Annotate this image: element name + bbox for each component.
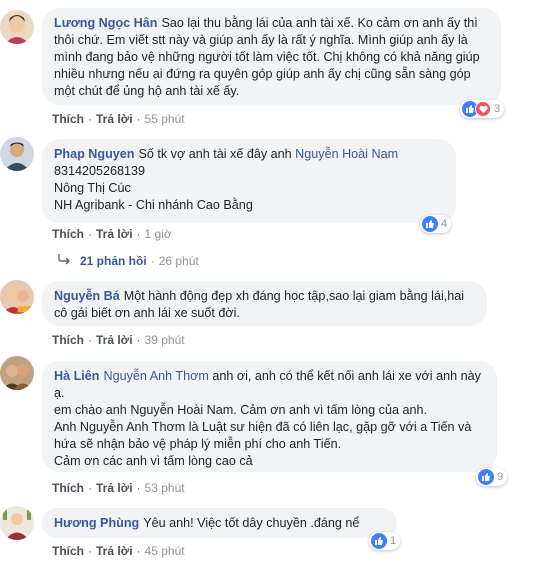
comment-actions: Thích · Trả lời · 39 phút xyxy=(52,333,185,347)
separator: · xyxy=(88,227,92,241)
avatar[interactable] xyxy=(0,356,34,390)
mention-link[interactable]: Nguyễn Hoài Nam xyxy=(295,147,398,161)
separator: · xyxy=(136,544,141,558)
comment-line: Nông Thị Cúc xyxy=(54,181,131,195)
comment-bubble: Hương Phùng Yêu anh! Việc tốt dây chuyền … xyxy=(42,508,397,538)
like-reaction-icon xyxy=(422,216,438,232)
view-replies[interactable]: 21 phản hồi · 26 phút xyxy=(58,253,199,268)
separator: · xyxy=(88,112,92,126)
timestamp[interactable]: 39 phút xyxy=(145,333,185,347)
comment-actions: Thích · Trả lời · 45 phút xyxy=(52,544,185,558)
like-link[interactable]: Thích xyxy=(52,333,84,347)
comment-line: em chào anh Nguyễn Hoài Nam. Cảm ơn anh … xyxy=(54,403,427,417)
reaction-number: 1 xyxy=(390,535,397,547)
comment-author[interactable]: Hương Phùng xyxy=(54,516,139,530)
avatar[interactable] xyxy=(0,10,34,44)
separator: · xyxy=(88,544,92,558)
comment-text: Yêu anh! Việc tốt dây chuyền .đáng nể xyxy=(143,516,360,530)
love-reaction-icon xyxy=(475,101,491,117)
avatar[interactable] xyxy=(0,506,34,540)
comment-author[interactable]: Phap Nguyen xyxy=(54,147,134,161)
comment-line: Cảm ơn các anh vì tấm lòng cao cả xyxy=(54,454,253,468)
comment-actions: Thích · Trả lời · 55 phút xyxy=(52,112,185,126)
reaction-count[interactable]: 4 xyxy=(420,215,452,233)
reaction-count[interactable]: 1 xyxy=(369,532,401,550)
comment-bubble: Lương Ngọc Hân Sao lại thu bằng lái của a… xyxy=(42,8,501,105)
reply-arrow-icon xyxy=(58,253,72,268)
comment-bubble: Nguyễn Bá Một hành động đẹp xh đáng học t… xyxy=(42,281,487,326)
separator: · xyxy=(136,112,141,126)
reply-link[interactable]: Trả lời xyxy=(96,227,133,241)
comment-author[interactable]: Lương Ngọc Hân xyxy=(54,16,157,30)
separator: · xyxy=(136,227,141,241)
like-reaction-icon xyxy=(478,469,494,485)
reaction-number: 3 xyxy=(494,103,501,115)
separator: · xyxy=(88,481,92,495)
reaction-number: 4 xyxy=(441,218,448,230)
comment-line: Anh Nguyễn Anh Thơm là Luật sư hiện đã c… xyxy=(54,420,472,451)
timestamp[interactable]: 53 phút xyxy=(145,481,185,495)
like-link[interactable]: Thích xyxy=(52,227,84,241)
reply-link[interactable]: Trả lời xyxy=(96,333,133,347)
separator: · xyxy=(136,333,141,347)
avatar[interactable] xyxy=(0,280,34,314)
comment-actions: Thích · Trả lời · 1 giờ xyxy=(52,227,172,241)
reaction-number: 9 xyxy=(497,471,504,483)
like-reaction-icon xyxy=(371,533,387,549)
like-link[interactable]: Thích xyxy=(52,481,84,495)
comment-line: NH Agribank - Chi nhánh Cao Bằng xyxy=(54,198,253,212)
comment-text: Số tk vợ anh tài xế đây anh xyxy=(138,147,292,161)
comment-author[interactable]: Nguyễn Bá xyxy=(54,289,120,303)
timestamp[interactable]: 45 phút xyxy=(145,544,185,558)
like-link[interactable]: Thích xyxy=(52,544,84,558)
timestamp[interactable]: 1 giờ xyxy=(145,227,172,241)
reply-link[interactable]: Trả lời xyxy=(96,481,133,495)
replies-timestamp[interactable]: 26 phút xyxy=(159,254,199,268)
separator: · xyxy=(136,481,141,495)
reply-link[interactable]: Trả lời xyxy=(96,544,133,558)
reply-link[interactable]: Trả lời xyxy=(96,112,133,126)
reaction-count[interactable]: 9 xyxy=(476,468,508,486)
replies-count-link[interactable]: 21 phản hồi xyxy=(80,254,147,268)
comment-bubble: Hà Liên Nguyễn Anh Thơm anh ơi, anh có th… xyxy=(42,361,497,472)
timestamp[interactable]: 55 phút xyxy=(145,112,185,126)
avatar[interactable] xyxy=(0,137,34,171)
reaction-count[interactable]: 3 xyxy=(460,100,505,118)
comment-bubble: Phap Nguyen Số tk vợ anh tài xế đây anh N… xyxy=(42,139,456,223)
comment-actions: Thích · Trả lời · 53 phút xyxy=(52,481,185,495)
comment-line: 8314205268139 xyxy=(54,164,146,178)
mention-link[interactable]: Nguyễn Anh Thơm xyxy=(104,369,209,383)
comment-author[interactable]: Hà Liên xyxy=(54,369,100,383)
separator: · xyxy=(150,253,155,268)
separator: · xyxy=(88,333,92,347)
like-link[interactable]: Thích xyxy=(52,112,84,126)
